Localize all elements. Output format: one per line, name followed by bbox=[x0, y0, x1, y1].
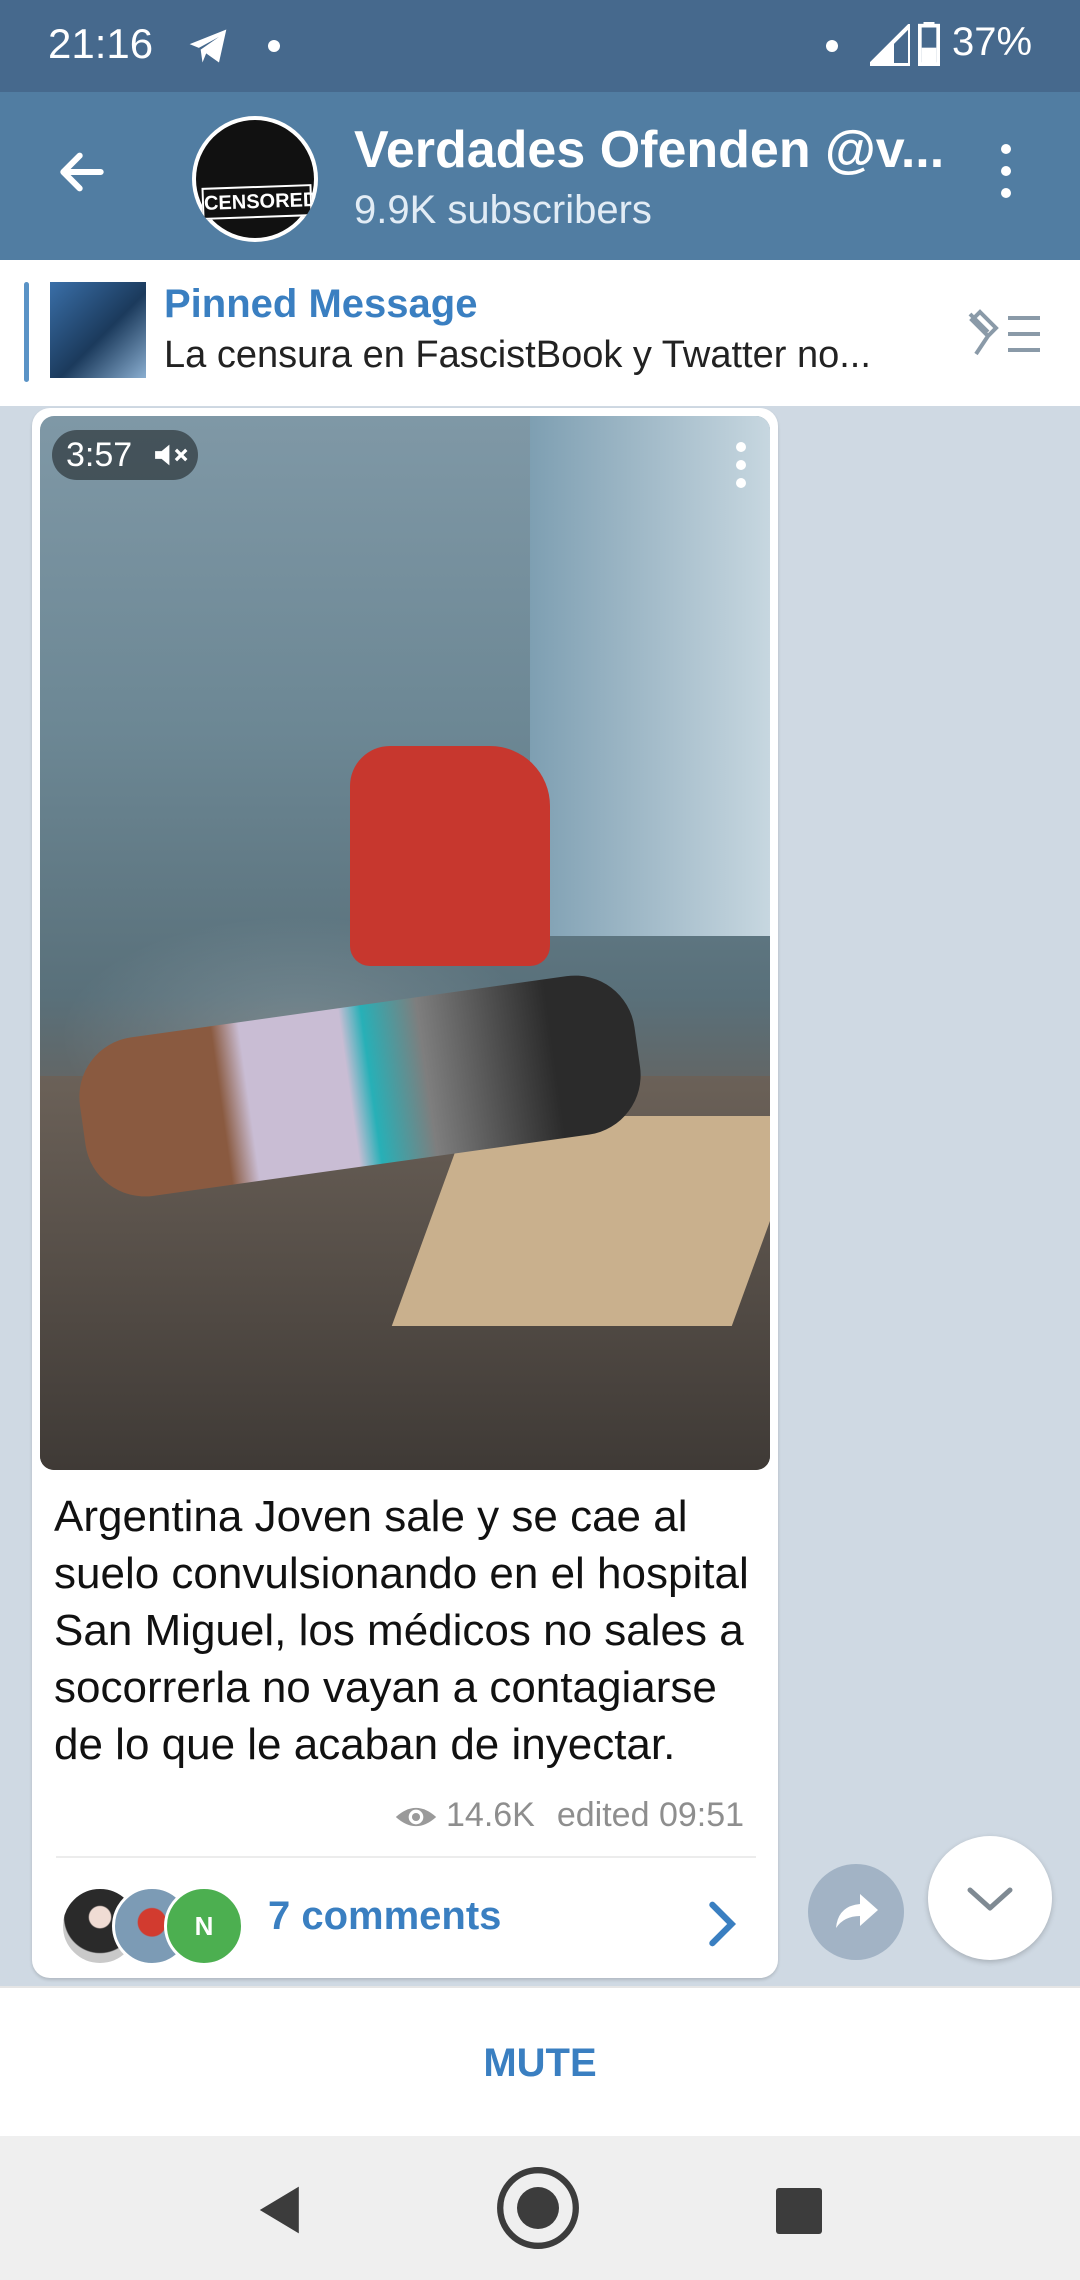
message-caption: Argentina Joven sale y se cae al suelo c… bbox=[54, 1492, 749, 1769]
video-duration-badge[interactable]: 3:57 bbox=[52, 430, 198, 480]
commenter-avatar-initial: N bbox=[164, 1886, 244, 1966]
signal-icon bbox=[870, 24, 910, 66]
battery-percent: 37% bbox=[952, 20, 1033, 64]
video-scene-door bbox=[530, 416, 770, 936]
avatar-censored-label: CENSORED bbox=[201, 184, 318, 220]
video-duration: 3:57 bbox=[66, 436, 133, 474]
comments-divider bbox=[56, 1856, 756, 1858]
comments-label: 7 comments bbox=[268, 1894, 502, 1938]
video-menu-icon[interactable] bbox=[736, 442, 748, 498]
views-eye-icon bbox=[395, 1807, 437, 1827]
muted-speaker-icon[interactable] bbox=[152, 442, 192, 468]
channel-title[interactable]: Verdades Ofenden @v... bbox=[354, 120, 944, 180]
share-button[interactable] bbox=[808, 1864, 904, 1960]
avatar-background bbox=[196, 120, 314, 238]
pinned-text: La censura en FascistBook y Twatter no..… bbox=[164, 334, 871, 376]
channel-avatar[interactable]: CENSORED bbox=[192, 116, 318, 242]
chevron-down-icon bbox=[967, 1887, 1013, 1911]
notification-dot-icon bbox=[268, 40, 280, 52]
message-meta: 14.6K edited 09:51 bbox=[394, 1796, 744, 1836]
mute-button[interactable]: MUTE bbox=[0, 1986, 1080, 2138]
nav-home-icon[interactable] bbox=[496, 2166, 580, 2250]
status-dot-icon bbox=[826, 40, 838, 52]
nav-back-icon[interactable] bbox=[252, 2184, 304, 2236]
nav-recents-icon[interactable] bbox=[776, 2188, 822, 2234]
channel-header[interactable]: CENSORED Verdades Ofenden @v... 9.9K sub… bbox=[0, 92, 1080, 260]
edited-time: edited 09:51 bbox=[556, 1796, 745, 1834]
pinned-thumbnail bbox=[50, 282, 146, 378]
view-count: 14.6K bbox=[446, 1796, 535, 1834]
chevron-right-icon bbox=[709, 1901, 737, 1947]
video-scene-person-red bbox=[350, 746, 550, 966]
back-arrow-icon[interactable] bbox=[54, 144, 110, 200]
chat-area[interactable]: 3:57 Argentina Joven sale y se cae al su… bbox=[0, 406, 1080, 1986]
battery-icon bbox=[918, 22, 940, 66]
share-arrow-icon bbox=[836, 1894, 878, 1928]
video-player[interactable]: 3:57 bbox=[40, 416, 770, 1470]
message-bubble[interactable]: 3:57 Argentina Joven sale y se cae al su… bbox=[32, 408, 778, 1978]
scroll-down-button[interactable] bbox=[928, 1836, 1052, 1960]
pinned-message-bar[interactable]: Pinned Message La censura en FascistBook… bbox=[0, 260, 1080, 408]
telegram-icon bbox=[189, 29, 227, 63]
pinned-list-icon[interactable] bbox=[964, 306, 1044, 362]
subscriber-count: 9.9K subscribers bbox=[354, 188, 652, 232]
status-bar: 21:16 37% bbox=[0, 0, 1080, 92]
status-time: 21:16 bbox=[48, 20, 154, 67]
pinned-indicator bbox=[24, 282, 29, 382]
more-options-icon[interactable] bbox=[994, 144, 1018, 208]
system-nav-bar bbox=[0, 2136, 1080, 2280]
comments-button[interactable]: N 7 comments bbox=[32, 1860, 778, 1978]
pinned-title: Pinned Message bbox=[164, 282, 478, 326]
